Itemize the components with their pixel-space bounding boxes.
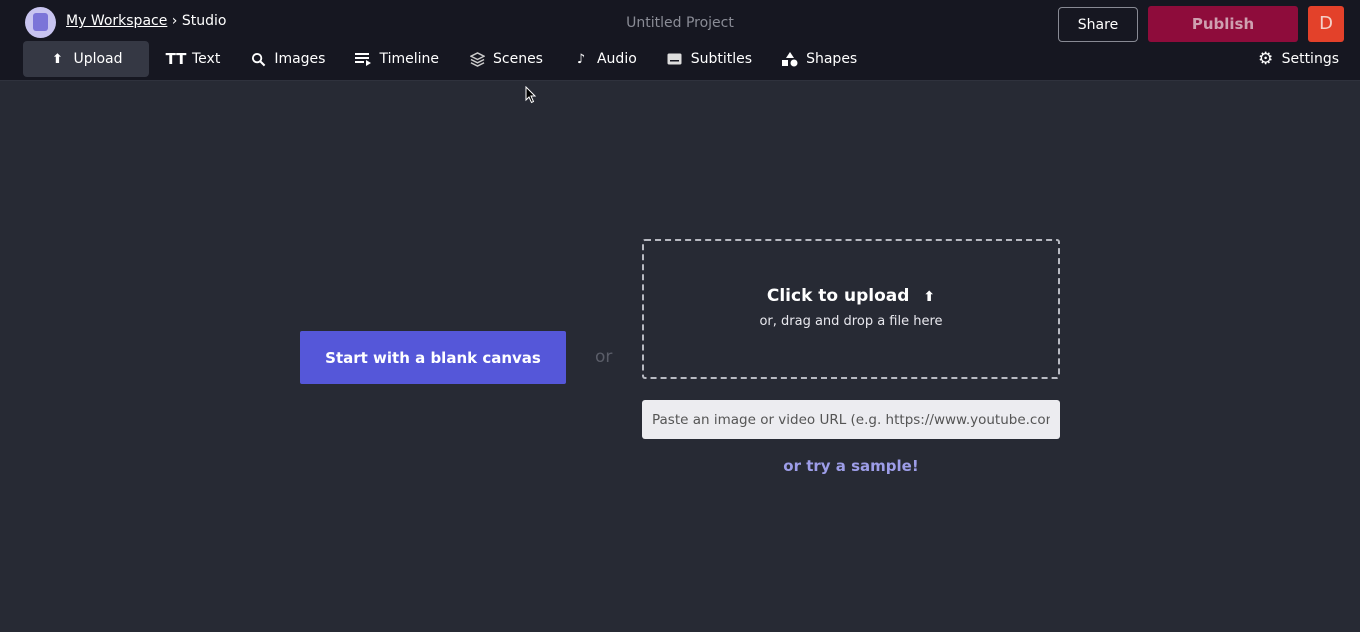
upload-dropzone[interactable]: Click to upload ⬆ or, drag and drop a fi…	[642, 239, 1060, 379]
tab-timeline[interactable]: Timeline	[355, 41, 454, 77]
top-bar: My Workspace › Studio Untitled Project S…	[0, 0, 1360, 81]
upload-title: Click to upload ⬆	[766, 286, 936, 306]
upload-subtitle: or, drag and drop a file here	[759, 314, 943, 329]
tab-text[interactable]: TT Text	[165, 41, 235, 77]
layers-icon	[469, 51, 485, 67]
blank-canvas-button[interactable]: Start with a blank canvas	[300, 331, 566, 384]
subtitles-icon	[667, 51, 683, 67]
tab-label: Audio	[596, 51, 637, 67]
upload-icon: ⬆	[52, 51, 63, 67]
tab-label: Scenes	[493, 51, 543, 67]
share-button[interactable]: Share	[1058, 7, 1138, 42]
tab-label: Shapes	[806, 51, 858, 67]
tab-audio[interactable]: ♪ Audio	[573, 41, 652, 77]
timeline-icon	[355, 51, 372, 67]
tab-label: Text	[192, 51, 221, 67]
tab-label: Upload	[73, 51, 123, 67]
tab-images[interactable]: Images	[250, 41, 340, 77]
publish-button[interactable]: Publish	[1148, 6, 1298, 42]
shapes-icon	[782, 51, 798, 67]
toolbar-tabs: ⬆ Upload TT Text Images Timeline Scenes ♪ A…	[23, 41, 887, 77]
settings-label: Settings	[1281, 51, 1339, 67]
tab-shapes[interactable]: Shapes	[782, 41, 872, 77]
try-sample-link[interactable]: or try a sample!	[642, 457, 1060, 475]
search-icon	[250, 51, 266, 67]
text-icon: TT	[165, 50, 187, 68]
tab-upload[interactable]: ⬆ Upload	[23, 41, 149, 77]
upload-icon: ⬆	[923, 289, 936, 305]
tab-scenes[interactable]: Scenes	[469, 41, 558, 77]
url-input[interactable]	[642, 400, 1060, 439]
or-separator: or	[595, 347, 613, 367]
tab-label: Timeline	[379, 51, 439, 67]
tab-label: Images	[274, 51, 326, 67]
gear-icon: ⚙	[1257, 49, 1274, 69]
tab-label: Subtitles	[690, 51, 753, 67]
mouse-cursor-icon	[525, 86, 537, 104]
user-avatar[interactable]: D	[1308, 6, 1344, 42]
settings-button[interactable]: ⚙ Settings	[1258, 41, 1339, 77]
music-note-icon: ♪	[576, 51, 586, 67]
tab-subtitles[interactable]: Subtitles	[667, 41, 767, 77]
